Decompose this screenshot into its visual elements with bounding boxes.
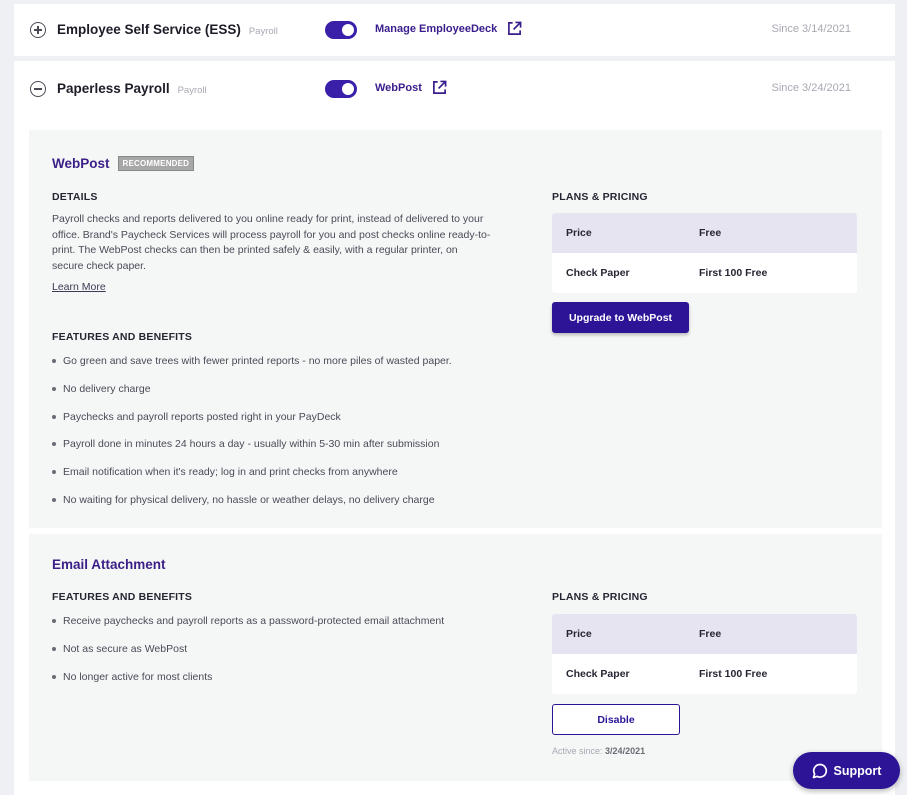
chat-bubble-icon [812,763,827,778]
service-row-paperless: Paperless Payroll Payroll WebPost Since 3… [14,62,895,114]
list-item: Not as secure as WebPost [52,642,522,670]
service-toggle[interactable] [325,80,357,98]
list-item: Payroll done in minutes 24 hours a day -… [52,437,522,465]
since-date: Since 3/24/2021 [771,82,851,94]
link-label[interactable]: WebPost [375,82,422,94]
service-row-ess: Employee Self Service (ESS) Payroll Manag… [14,4,895,56]
pricing-row-value: First 100 Free [699,267,768,279]
external-link-icon[interactable] [507,21,522,36]
card-title: Email Attachment [52,557,166,572]
manage-employeedeck-link[interactable]: Manage EmployeeDeck [375,21,522,36]
pricing-row-value: First 100 Free [699,668,768,680]
service-title-text: Employee Self Service (ESS) [57,22,241,37]
list-item: No longer active for most clients [52,670,522,698]
pricing-heading: PLANS & PRICING [552,191,648,203]
pricing-table: Price Free Check Paper First 100 Free [552,213,857,293]
pricing-row-label: Check Paper [566,267,630,279]
features-list: Receive paychecks and payroll reports as… [52,614,522,697]
active-since-date: 3/24/2021 [605,746,646,756]
features-list: Go green and save trees with fewer print… [52,354,522,521]
pricing-row-label: Check Paper [566,668,630,680]
pricing-table-header: Price Free [552,614,857,654]
support-button[interactable]: Support [793,752,900,789]
upgrade-to-webpost-button[interactable]: Upgrade to WebPost [552,302,689,333]
pricing-table-header: Price Free [552,213,857,253]
list-item: Go green and save trees with fewer print… [52,354,522,382]
link-label[interactable]: Manage EmployeeDeck [375,23,497,35]
recommended-badge: RECOMMENDED [117,156,195,171]
pricing-table: Price Free Check Paper First 100 Free [552,614,857,694]
collapse-minus-icon[interactable] [30,81,46,97]
learn-more-link[interactable]: Learn More [52,281,106,293]
pricing-table-row: Check Paper First 100 Free [552,253,857,293]
list-item: No delivery charge [52,382,522,410]
external-link-icon[interactable] [432,80,447,95]
expand-plus-icon[interactable] [30,22,46,38]
features-heading: FEATURES AND BENEFITS [52,591,193,603]
pricing-header-label: Price [566,227,592,239]
details-heading: DETAILS [52,191,98,203]
disable-button[interactable]: Disable [552,704,680,735]
service-title: Paperless Payroll Payroll [57,81,207,96]
list-item: Email notification when it's ready; log … [52,465,522,493]
since-date: Since 3/14/2021 [771,23,851,35]
service-toggle[interactable] [325,21,357,39]
webpost-link[interactable]: WebPost [375,80,447,95]
features-heading: FEATURES AND BENEFITS [52,331,193,343]
pricing-header-value: Free [699,227,722,239]
pricing-table-row: Check Paper First 100 Free [552,654,857,694]
service-category: Payroll [248,26,278,37]
card-title: WebPost RECOMMENDED [52,156,195,171]
pricing-header-label: Price [566,628,592,640]
details-text: Payroll checks and reports delivered to … [52,213,491,272]
support-label[interactable]: Support [834,764,882,778]
active-since: Active since: 3/24/2021 [552,746,645,756]
service-category: Payroll [177,85,207,96]
active-since-label: Active since: [552,746,603,756]
list-item: Paychecks and payroll reports posted rig… [52,410,522,438]
list-item: No waiting for physical delivery, no has… [52,493,522,521]
pricing-header-value: Free [699,628,722,640]
service-title: Employee Self Service (ESS) Payroll [57,22,278,37]
card-title-text: WebPost [52,156,110,171]
pricing-heading: PLANS & PRICING [552,591,648,603]
service-title-text: Paperless Payroll [57,81,170,96]
list-item: Receive paychecks and payroll reports as… [52,614,522,642]
email-attachment-card: Email Attachment FEATURES AND BENEFITS R… [29,534,882,781]
webpost-card: WebPost RECOMMENDED DETAILS Payroll check… [29,130,882,528]
